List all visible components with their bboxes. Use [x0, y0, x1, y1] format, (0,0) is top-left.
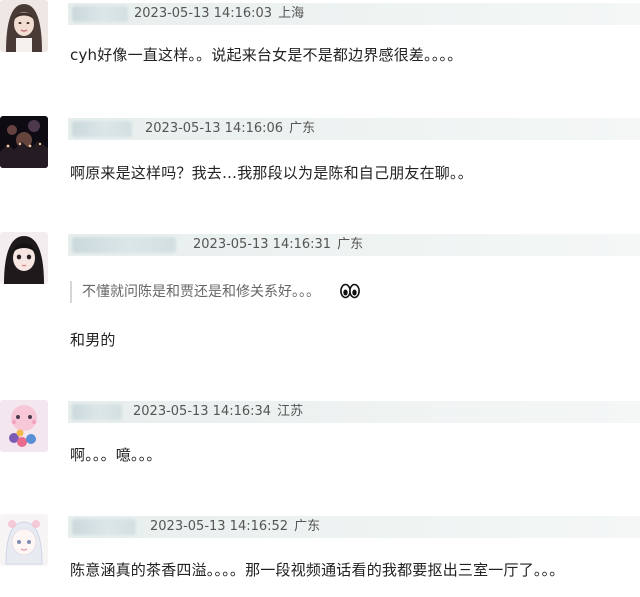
quote-text: 不懂就问陈是和贾还是和修关系好。。。 — [82, 284, 320, 300]
ip-location: 广东 — [289, 121, 316, 136]
comment-meta: 2023-05-13 14:16:06 广东 — [68, 118, 640, 140]
comment-text: cyh好像一直这样。。说起来台女是不是都边界感很差。。。。 — [70, 46, 463, 64]
quoted-reply: 不懂就问陈是和贾还是和修关系好。。。 — [70, 281, 360, 303]
ip-location: 上海 — [278, 6, 305, 21]
username-blurred[interactable] — [72, 519, 136, 535]
ip-location: 广东 — [294, 519, 321, 534]
comment-text: 啊。。。噫。。。 — [70, 446, 162, 464]
avatar[interactable] — [0, 116, 48, 168]
timestamp: 2023-05-13 14:16:34 — [133, 404, 272, 419]
avatar[interactable] — [0, 400, 48, 452]
username-blurred[interactable] — [72, 121, 132, 137]
avatar[interactable] — [0, 0, 48, 52]
comment-text: 和男的 — [70, 331, 116, 349]
comment-text: 啊原来是这样吗？我去…我那段以为是陈和自己朋友在聊。。 — [70, 164, 473, 182]
ip-location: 江苏 — [277, 404, 304, 419]
comment-text: 陈意涵真的茶香四溢。。。。那一段视频通话看的我都要抠出三室一厅了。。。 — [70, 561, 565, 579]
comment-meta: 2023-05-13 14:16:34 江苏 — [68, 401, 640, 423]
timestamp: 2023-05-13 14:16:06 — [145, 121, 284, 136]
timestamp: 2023-05-13 14:16:03 — [134, 6, 273, 21]
avatar[interactable] — [0, 232, 48, 284]
eyes-icon — [340, 283, 360, 306]
ip-location: 广东 — [337, 237, 364, 252]
username-blurred[interactable] — [72, 6, 128, 22]
avatar[interactable] — [0, 514, 48, 566]
username-blurred[interactable] — [72, 404, 122, 420]
comment-meta: 2023-05-13 14:16:52 广东 — [68, 516, 640, 538]
timestamp: 2023-05-13 14:16:52 — [150, 519, 289, 534]
username-blurred[interactable] — [72, 237, 176, 253]
comment-meta: 2023-05-13 14:16:31 广东 — [68, 234, 640, 256]
timestamp: 2023-05-13 14:16:31 — [193, 237, 332, 252]
comment-meta: 2023-05-13 14:16:03 上海 — [68, 3, 640, 25]
